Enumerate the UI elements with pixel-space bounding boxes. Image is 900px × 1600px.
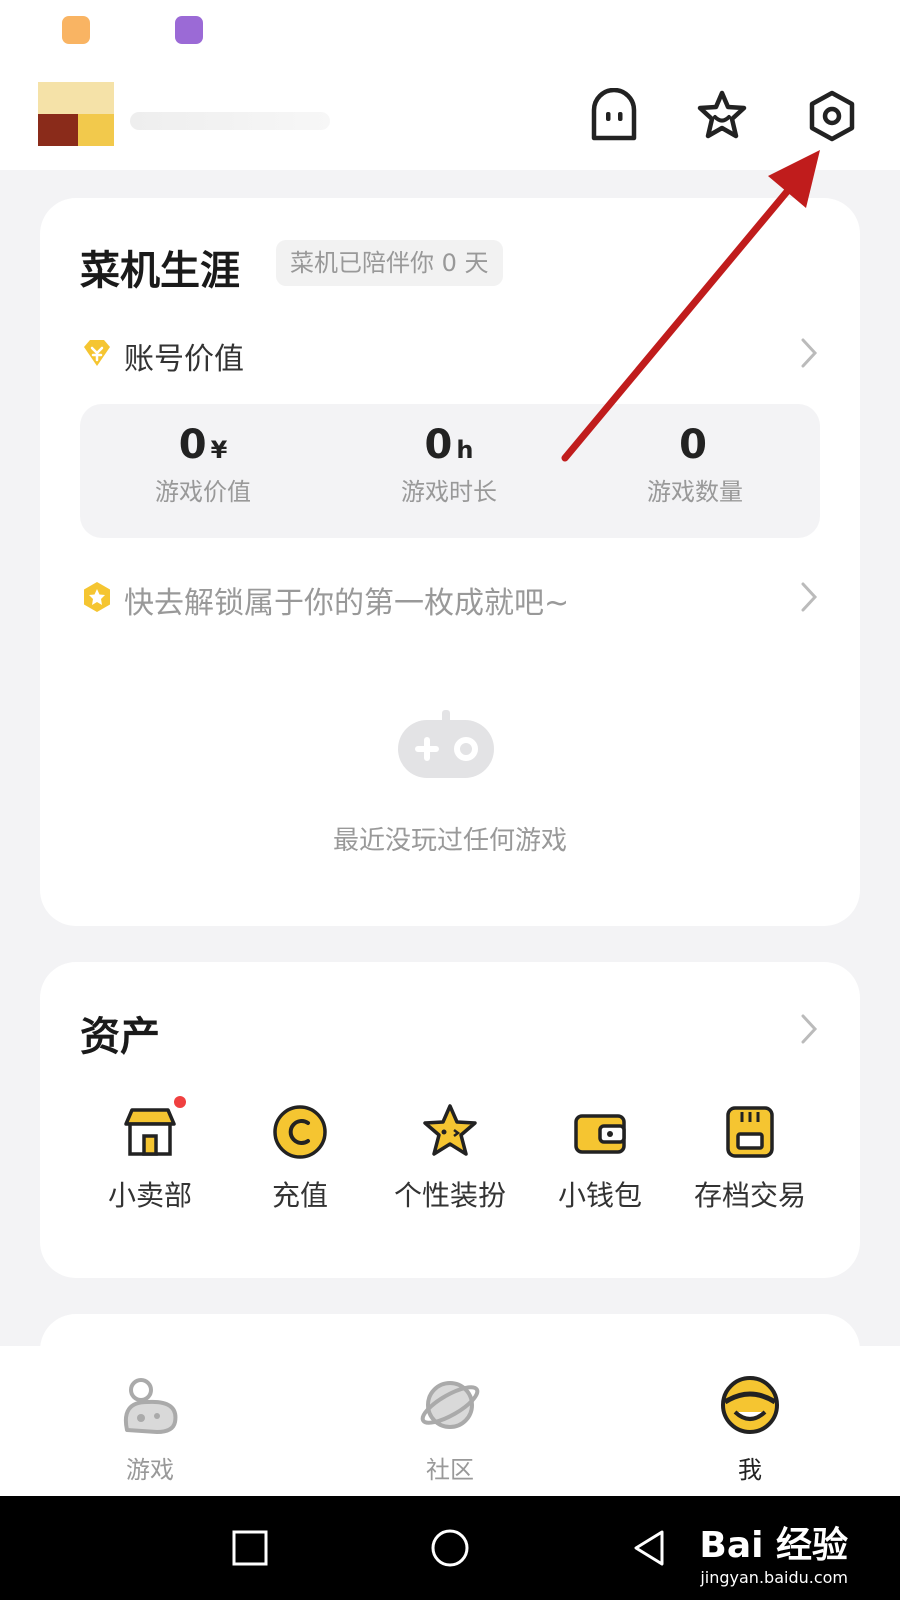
- tab-label: 社区: [426, 1456, 474, 1484]
- tab-label: 游戏: [126, 1456, 174, 1484]
- avatar[interactable]: [38, 82, 114, 146]
- account-value-row[interactable]: 账号价值: [80, 328, 820, 377]
- diamond-icon: [84, 340, 110, 366]
- star-face-icon: [697, 90, 747, 139]
- bottom-tab-bar: 游戏 社区 我: [0, 1346, 900, 1496]
- stats-panel: 0 ¥ 游戏价值 0h 游戏时长 0 游戏数量: [80, 404, 820, 538]
- back-icon[interactable]: [628, 1526, 672, 1570]
- app-notification-icon: [62, 16, 90, 44]
- gear-icon: [809, 90, 855, 142]
- settings-button[interactable]: [804, 88, 860, 144]
- asset-label: 个性装扮: [393, 1179, 506, 1212]
- asset-label: 存档交易: [693, 1179, 806, 1212]
- coin-icon: [273, 1105, 327, 1159]
- stat-play-time: 0h 游戏时长: [401, 422, 497, 506]
- stat-game-value: 0 ¥ 游戏价值: [155, 422, 251, 506]
- achievement-badge-icon: [84, 582, 110, 612]
- shop-icon: [124, 1108, 176, 1156]
- empty-games-text: 最近没玩过任何游戏: [332, 826, 567, 856]
- save-file-icon: [726, 1106, 774, 1158]
- assets-card: 资产 小卖部 充值 个性装扮 小钱包 存档交易: [40, 962, 860, 1278]
- baidu-watermark: Bai 经验 jingyan.baidu.com: [699, 1525, 848, 1587]
- star-costume-icon: [423, 1104, 477, 1156]
- planet-icon: [420, 1381, 480, 1429]
- status-bar: [0, 0, 900, 60]
- asset-costume[interactable]: 个性装扮: [375, 1102, 525, 1214]
- recent-apps-icon[interactable]: [228, 1526, 272, 1570]
- app-notification-icon-2: [175, 16, 203, 44]
- profile-header: [0, 60, 900, 170]
- ghost-message-icon: [591, 87, 637, 141]
- wallet-icon: [574, 1114, 626, 1154]
- chevron-right-icon: [801, 582, 818, 612]
- chevron-right-icon[interactable]: [798, 1012, 820, 1046]
- tab-me[interactable]: 我: [670, 1372, 830, 1485]
- tab-games[interactable]: 游戏: [70, 1372, 230, 1485]
- game-tab-icon: [124, 1378, 178, 1434]
- career-title: 菜机生涯: [80, 248, 240, 294]
- assets-title: 资产: [80, 1014, 160, 1060]
- notification-dot: [174, 1096, 186, 1108]
- asset-recharge[interactable]: 充值: [225, 1102, 375, 1214]
- stat-game-count: 0 游戏数量: [647, 422, 743, 506]
- tab-community[interactable]: 社区: [370, 1372, 530, 1485]
- system-navigation-bar: Bai 经验 jingyan.baidu.com: [0, 1496, 900, 1600]
- achievement-text: 快去解锁属于你的第一枚成就吧~: [124, 586, 570, 621]
- tab-label: 我: [738, 1456, 762, 1484]
- asset-shop[interactable]: 小卖部: [75, 1096, 225, 1214]
- chevron-right-icon: [801, 338, 818, 368]
- message-button[interactable]: [586, 87, 642, 144]
- username-blurred: [130, 112, 330, 130]
- asset-label: 小钱包: [557, 1179, 642, 1212]
- asset-wallet[interactable]: 小钱包: [525, 1102, 675, 1214]
- account-value-label: 账号价值: [124, 342, 244, 377]
- home-icon[interactable]: [428, 1526, 472, 1570]
- asset-save-trade[interactable]: 存档交易: [675, 1102, 825, 1214]
- career-card: 菜机生涯 菜机已陪伴你 0 天 账号价值 0 ¥ 游戏价值 0h 游戏时长 0 游…: [40, 198, 860, 926]
- asset-label: 小卖部: [107, 1179, 192, 1212]
- favorites-button[interactable]: [694, 88, 750, 144]
- me-avatar-icon: [721, 1376, 779, 1434]
- gamepad-empty-icon: [398, 710, 494, 778]
- achievement-row[interactable]: 快去解锁属于你的第一枚成就吧~: [80, 572, 820, 621]
- days-badge: 菜机已陪伴你 0 天: [276, 240, 503, 286]
- asset-label: 充值: [271, 1179, 328, 1212]
